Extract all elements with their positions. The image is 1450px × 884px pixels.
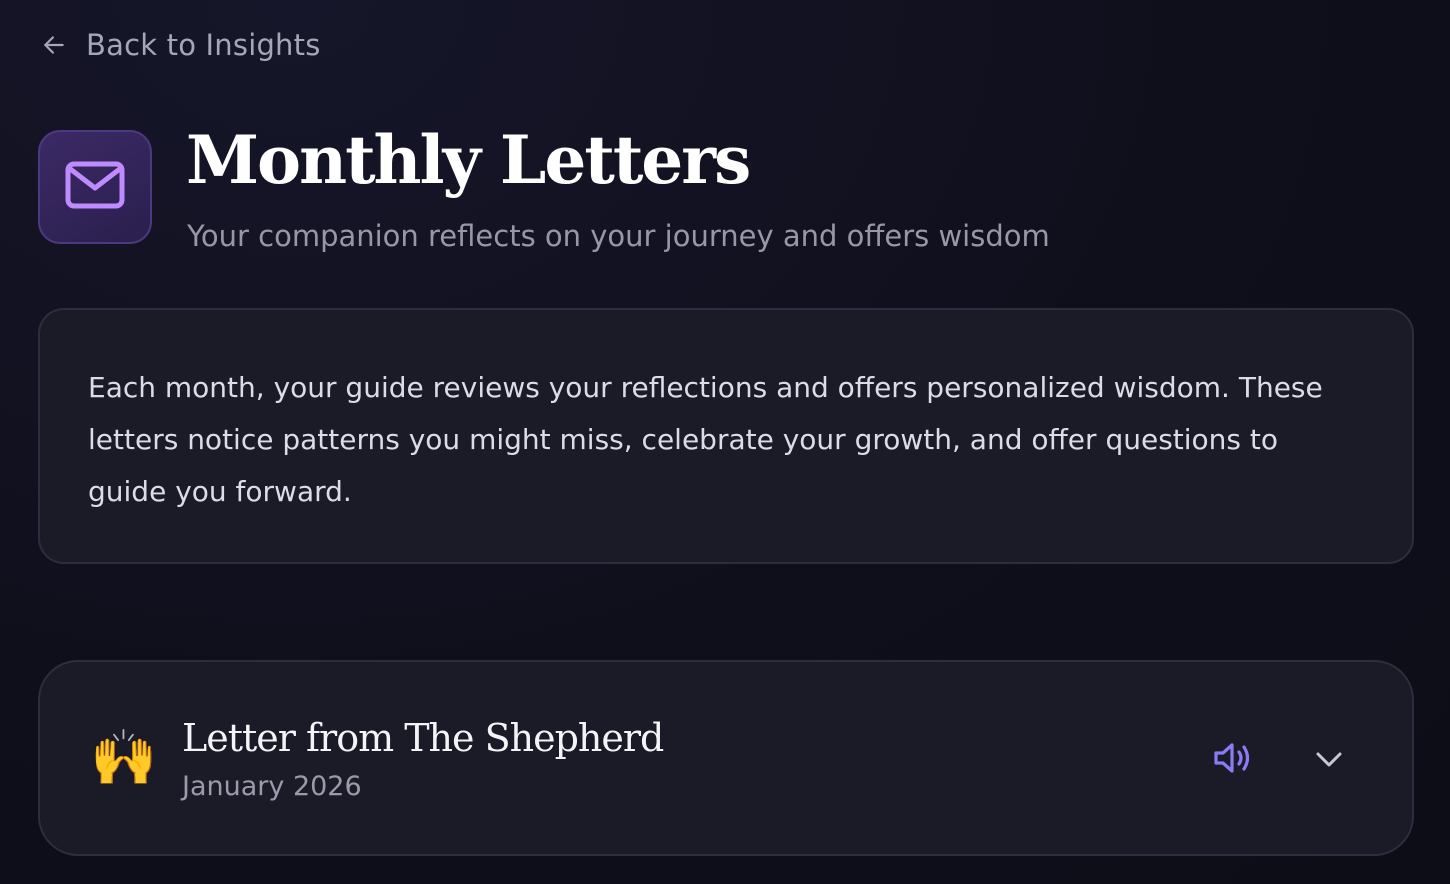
raising-hands-emoji: 🙌 bbox=[90, 726, 158, 789]
back-link-label: Back to Insights bbox=[86, 28, 321, 62]
chevron-down-icon bbox=[1314, 749, 1344, 773]
expand-letter-button[interactable] bbox=[1306, 738, 1352, 784]
speaker-icon bbox=[1213, 740, 1255, 780]
letter-title: Letter from The Shepherd bbox=[182, 716, 664, 760]
page-title: Monthly Letters bbox=[186, 121, 751, 199]
intro-text: Each month, your guide reviews your refl… bbox=[88, 371, 1323, 508]
back-to-insights-link[interactable]: Back to Insights bbox=[40, 24, 321, 66]
mail-icon bbox=[64, 159, 126, 215]
monthly-letters-icon-badge bbox=[38, 130, 152, 244]
letter-card[interactable]: 🙌 Letter from The Shepherd January 2026 bbox=[38, 660, 1414, 856]
play-audio-button[interactable] bbox=[1208, 734, 1260, 786]
intro-card: Each month, your guide reviews your refl… bbox=[38, 308, 1414, 564]
letter-date: January 2026 bbox=[182, 771, 362, 802]
page-subtitle: Your companion reflects on your journey … bbox=[187, 219, 1050, 253]
arrow-left-icon bbox=[40, 31, 68, 59]
